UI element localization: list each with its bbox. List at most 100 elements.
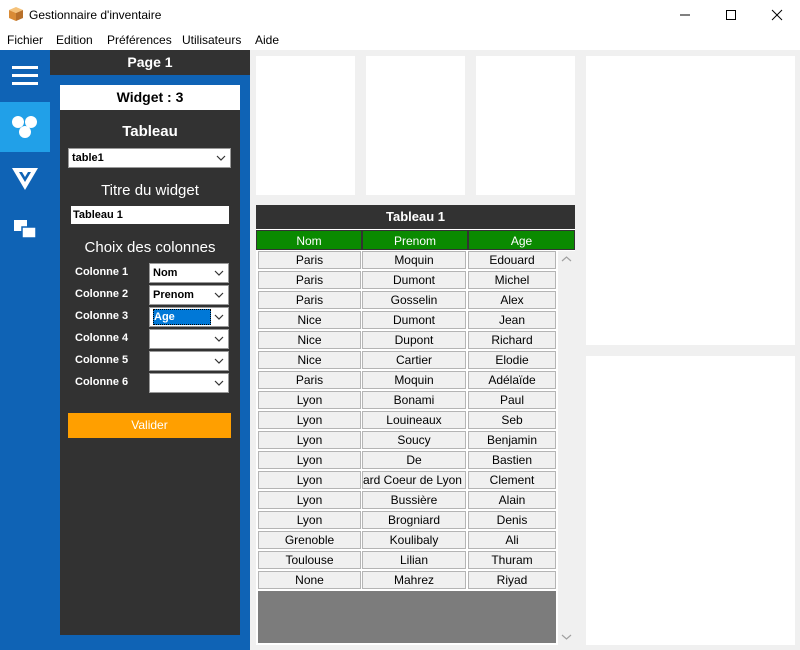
table-row[interactable]: Paris Moquin Adélaïde [256, 371, 558, 391]
table-row[interactable]: Lyon De Bastien [256, 451, 558, 471]
table-cell[interactable]: Koulibaly [362, 531, 466, 549]
column-header-age[interactable]: Age [468, 230, 575, 250]
table-cell[interactable]: Michel [468, 271, 556, 289]
table-row[interactable]: Paris Dumont Michel [256, 271, 558, 291]
close-button[interactable] [754, 0, 800, 30]
column-2-select[interactable]: Prenom [149, 285, 229, 305]
column-4-select[interactable] [149, 329, 229, 349]
table-cell[interactable]: Paris [258, 371, 361, 389]
table-cell[interactable]: Gosselin [362, 291, 466, 309]
column-6-select[interactable] [149, 373, 229, 393]
table-cell[interactable]: Riyad [468, 571, 556, 589]
table-row[interactable]: Lyon Bonami Paul [256, 391, 558, 411]
table-cell[interactable]: Lyon [258, 491, 361, 509]
menu-utilisateurs[interactable]: Utilisateurs [182, 33, 241, 47]
table-cell[interactable]: Seb [468, 411, 556, 429]
table-cell[interactable]: Paul [468, 391, 556, 409]
table-cell[interactable]: ard Coeur de Lyon e [362, 471, 466, 489]
table-row[interactable]: Nice Dupont Richard [256, 331, 558, 351]
table-cell[interactable]: Paris [258, 291, 361, 309]
table-row[interactable]: Grenoble Koulibaly Ali [256, 531, 558, 551]
filter-button[interactable] [0, 154, 50, 204]
column-5-select[interactable] [149, 351, 229, 371]
table-cell[interactable]: Clement [468, 471, 556, 489]
menu-preferences[interactable]: Préférences [107, 33, 172, 47]
table-cell[interactable]: Paris [258, 271, 361, 289]
table-select[interactable]: table1 [68, 148, 231, 168]
table-cell[interactable]: Toulouse [258, 551, 361, 569]
column-3-select[interactable]: Age [149, 307, 229, 327]
table-cell[interactable]: Dumont [362, 271, 466, 289]
widgets-button[interactable] [0, 102, 50, 152]
menu-aide[interactable]: Aide [255, 33, 279, 47]
maximize-button[interactable] [708, 0, 754, 30]
widget-slot-5[interactable] [586, 356, 795, 645]
column-1-select[interactable]: Nom [149, 263, 229, 283]
table-row[interactable]: Lyon Bussière Alain [256, 491, 558, 511]
validate-button[interactable]: Valider [68, 413, 231, 438]
table-cell[interactable]: Elodie [468, 351, 556, 369]
table-cell[interactable]: Mahrez [362, 571, 466, 589]
table-cell[interactable]: Alain [468, 491, 556, 509]
minimize-button[interactable] [662, 0, 708, 30]
table-cell[interactable]: Louineaux [362, 411, 466, 429]
table-row[interactable]: Nice Dumont Jean [256, 311, 558, 331]
table-cell[interactable]: Adélaïde [468, 371, 556, 389]
table-cell[interactable]: Nice [258, 351, 361, 369]
table-cell[interactable]: Alex [468, 291, 556, 309]
widget-title-input[interactable]: Tableau 1 [71, 206, 229, 224]
table-cell[interactable]: Lyon [258, 451, 361, 469]
table-cell[interactable]: Moquin [362, 251, 466, 269]
table-cell[interactable]: Thuram [468, 551, 556, 569]
table-cell[interactable]: Soucy [362, 431, 466, 449]
table-row[interactable]: Lyon Brogniard Denis [256, 511, 558, 531]
hamburger-button[interactable] [0, 50, 50, 100]
menu-fichier[interactable]: Fichier [7, 33, 43, 47]
widget-slot-3[interactable] [476, 56, 575, 195]
table-cell[interactable]: Ali [468, 531, 556, 549]
column-header-prenom[interactable]: Prenom [362, 230, 468, 250]
table-cell[interactable]: Lyon [258, 511, 361, 529]
table-cell[interactable]: Lyon [258, 431, 361, 449]
table-cell[interactable]: Bonami [362, 391, 466, 409]
table-row[interactable]: Paris Moquin Edouard [256, 251, 558, 271]
table-cell[interactable]: Dumont [362, 311, 466, 329]
table-row[interactable]: Lyon ard Coeur de Lyon e Clement [256, 471, 558, 491]
table-cell[interactable]: Cartier [362, 351, 466, 369]
vertical-scrollbar[interactable] [558, 251, 575, 645]
table-cell[interactable]: Benjamin [468, 431, 556, 449]
widget-slot-4[interactable] [586, 56, 795, 345]
widget-slot-1[interactable] [256, 56, 355, 195]
table-cell[interactable]: Nice [258, 331, 361, 349]
table-row[interactable]: Nice Cartier Elodie [256, 351, 558, 371]
table-row[interactable]: None Mahrez Riyad [256, 571, 558, 591]
widget-slot-2[interactable] [366, 56, 465, 195]
column-header-nom[interactable]: Nom [256, 230, 362, 250]
table-cell[interactable]: Denis [468, 511, 556, 529]
windows-button[interactable] [0, 204, 50, 254]
table-row[interactable]: Lyon Soucy Benjamin [256, 431, 558, 451]
table-cell[interactable]: De [362, 451, 466, 469]
table-cell[interactable]: Lilian [362, 551, 466, 569]
table-cell[interactable]: Lyon [258, 391, 361, 409]
table-cell[interactable]: Moquin [362, 371, 466, 389]
table-row[interactable]: Lyon Louineaux Seb [256, 411, 558, 431]
table-row[interactable]: Toulouse Lilian Thuram [256, 551, 558, 571]
table-cell[interactable]: Richard [468, 331, 556, 349]
table-cell[interactable]: Brogniard [362, 511, 466, 529]
filter-icon [12, 168, 38, 190]
table-cell[interactable]: Jean [468, 311, 556, 329]
table-cell[interactable]: Grenoble [258, 531, 361, 549]
table-cell[interactable]: Paris [258, 251, 361, 269]
table-cell[interactable]: Bussière [362, 491, 466, 509]
table-cell[interactable]: Lyon [258, 411, 361, 429]
table-cell[interactable]: Bastien [468, 451, 556, 469]
column-2-value: Prenom [153, 289, 194, 301]
table-cell[interactable]: None [258, 571, 361, 589]
table-row[interactable]: Paris Gosselin Alex [256, 291, 558, 311]
table-cell[interactable]: Lyon [258, 471, 361, 489]
table-cell[interactable]: Nice [258, 311, 361, 329]
table-cell[interactable]: Dupont [362, 331, 466, 349]
menu-edition[interactable]: Edition [56, 33, 93, 47]
table-cell[interactable]: Edouard [468, 251, 556, 269]
